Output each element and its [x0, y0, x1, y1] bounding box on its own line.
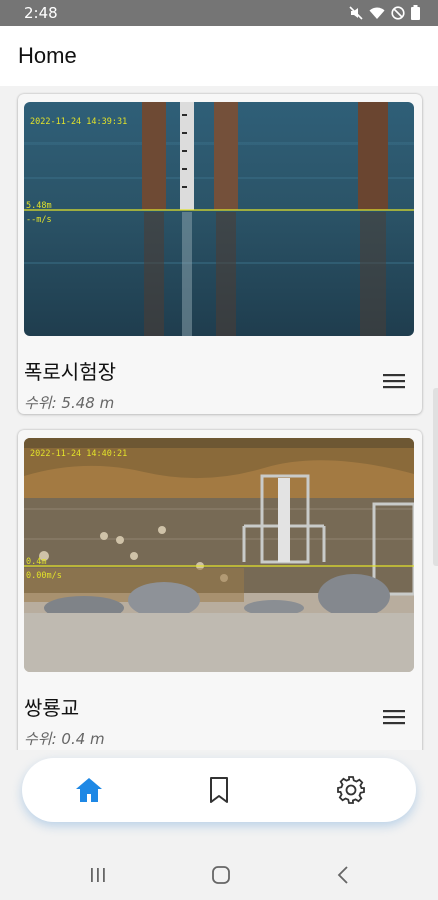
menu-icon[interactable] — [380, 705, 408, 729]
app-bar: Home — [0, 26, 438, 86]
overlay-timestamp: 2022-11-24 14:40:21 — [30, 449, 127, 459]
scroll-handle[interactable] — [433, 388, 438, 566]
camera-card[interactable]: 2022-11-24 14:40:21 0.4m 0.00m/s 쌍룡교 수위:… — [18, 430, 422, 750]
wifi-icon — [369, 7, 385, 19]
home-icon[interactable] — [73, 774, 105, 806]
page-title: Home — [18, 43, 77, 68]
back-icon[interactable] — [334, 864, 352, 886]
battery-icon — [411, 5, 420, 20]
overlay-speed: --m/s — [26, 215, 52, 225]
overlay-level: 0.4m — [26, 557, 46, 567]
camera-card[interactable]: 2022-11-24 14:39:31 5.48m --m/s 폭로시험장 수위… — [18, 94, 422, 414]
overlay-speed: 0.00m/s — [26, 571, 62, 581]
overlay-level: 5.48m — [26, 201, 52, 211]
river-snapshot-image: 2022-11-24 14:40:21 0.4m 0.00m/s — [24, 438, 414, 672]
home-circle-icon[interactable] — [210, 864, 232, 886]
water-level-label: 수위: 0.4 m — [24, 730, 105, 748]
camera-snapshot[interactable]: 2022-11-24 14:39:31 5.48m --m/s — [24, 102, 414, 336]
water-level-label: 수위: 5.48 m — [24, 394, 115, 412]
overlay-timestamp: 2022-11-24 14:39:31 — [30, 117, 127, 127]
recent-apps-icon[interactable] — [88, 864, 108, 886]
camera-name: 쌍룡교 — [24, 696, 80, 720]
mute-icon — [349, 5, 363, 20]
camera-name: 폭로시험장 — [24, 360, 116, 384]
camera-snapshot[interactable]: 2022-11-24 14:40:21 0.4m 0.00m/s — [24, 438, 414, 672]
status-icons — [349, 5, 420, 20]
do-not-disturb-icon — [391, 5, 405, 20]
river-snapshot-image: 2022-11-24 14:39:31 5.48m --m/s — [24, 102, 414, 336]
status-bar: 2:48 — [0, 0, 438, 26]
gear-icon[interactable] — [335, 774, 367, 806]
bottom-navigation — [22, 758, 416, 822]
status-time: 2:48 — [24, 4, 58, 22]
bookmark-icon[interactable] — [203, 774, 235, 806]
system-navigation-bar — [0, 850, 438, 900]
camera-list[interactable]: 2022-11-24 14:39:31 5.48m --m/s 폭로시험장 수위… — [0, 86, 438, 750]
menu-icon[interactable] — [380, 369, 408, 393]
